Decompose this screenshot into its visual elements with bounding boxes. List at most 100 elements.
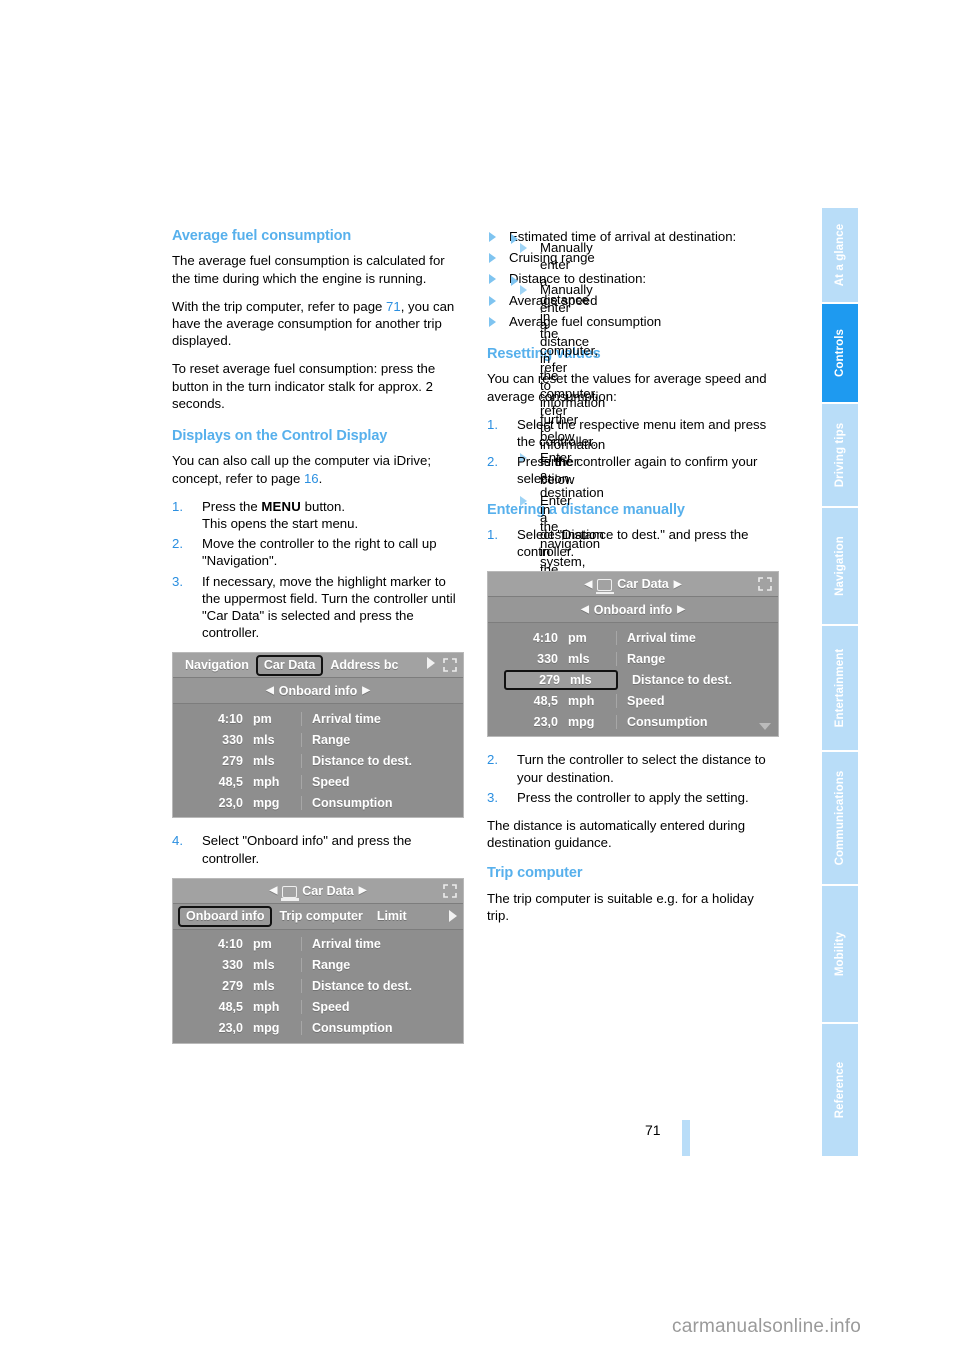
sub-bullet-list: Manually enter a distance in the compute… (511, 276, 605, 680)
sidebar-tab-driving-tips[interactable]: Driving tips (822, 404, 858, 508)
step-number: 1. (487, 527, 498, 543)
menu-button-label: MENU (261, 498, 302, 514)
scroll-down-icon[interactable] (759, 723, 771, 731)
bullet-list-computer-values: Estimated time of arrival at destination… (487, 228, 779, 680)
step-number: 2. (487, 752, 498, 768)
figure2-tab-tripcomputer[interactable]: Trip computer (272, 909, 369, 923)
page-reference-71[interactable]: 71 (386, 299, 401, 314)
step-2: 2. Move the controller to the right to c… (172, 535, 464, 569)
right-arrow-icon[interactable] (427, 657, 435, 670)
row-value: 23,0 (533, 714, 558, 729)
table-row: 48,5 mph Speed (173, 771, 463, 792)
sidebar-tab-label: Controls (834, 328, 846, 378)
step-2: 2. Press the controller again to confirm… (487, 453, 779, 487)
left-chevron-icon[interactable]: ◀ (265, 885, 283, 896)
list-item: Estimated time of arrival at destination… (487, 228, 779, 637)
left-chevron-icon[interactable]: ◀ (576, 604, 594, 615)
figure2-tab-onboardinfo-selected[interactable]: Onboard info (178, 905, 273, 927)
row-unit: mls (253, 732, 275, 747)
figure1-tab-cardata-selected[interactable]: Car Data (255, 654, 324, 676)
figure1-sub-bar: ◀ Onboard info ▶ (173, 678, 463, 705)
sidebar-tab-label: Driving tips (834, 422, 846, 488)
sidebar-tab-controls[interactable]: Controls (822, 304, 858, 404)
computer-icon (596, 579, 615, 595)
heading-trip-computer: Trip computer (487, 865, 583, 882)
table-row-highlighted[interactable]: 279 mls Distance to dest. (488, 669, 778, 690)
sidebar-tab-label: Navigation (834, 536, 846, 596)
step-text: Move the controller to the right to call… (202, 536, 437, 569)
row-unit: mpg (253, 1021, 280, 1036)
row-unit: mpg (253, 795, 280, 810)
right-chevron-icon[interactable]: ▶ (354, 885, 372, 896)
steps-displays: 1. Press the MENU button. This opens the… (172, 498, 464, 642)
row-label: Speed (301, 774, 463, 789)
sub-bullet-list: Manually enter a distance in the compute… (511, 234, 605, 637)
sidebar-tab-communications[interactable]: Communications (822, 752, 858, 886)
figure1-tab-navigation[interactable]: Navigation (178, 658, 256, 672)
figure1-tab-addressbook[interactable]: Address bc (323, 658, 405, 672)
row-label: Arrival time (301, 937, 463, 952)
sidebar-tab-navigation[interactable]: Navigation (822, 508, 858, 626)
sidebar-tab-entertainment[interactable]: Entertainment (822, 626, 858, 752)
figure2-tab-limit[interactable]: Limit (370, 909, 414, 923)
highlight-box: 279 mls (504, 669, 618, 690)
paragraph-trip-computer: The trip computer is suitable e.g. for a… (487, 890, 754, 924)
resize-icon[interactable] (442, 883, 458, 899)
step-1: 1. Select the respective menu item and p… (487, 416, 779, 450)
bullet-text: Average speed (509, 292, 598, 308)
step-text: Press the controller to apply the settin… (517, 789, 749, 805)
table-row: 48,5 mph Speed (173, 997, 463, 1018)
row-label: Range (301, 732, 463, 747)
figure2-tab-bar: Onboard info Trip computer Limit (173, 903, 463, 930)
right-arrow-icon[interactable] (449, 910, 457, 923)
row-unit: mph (253, 774, 280, 789)
sidebar-tab-mobility[interactable]: Mobility (822, 886, 858, 1024)
row-value: 279 (222, 753, 243, 768)
step-number: 4. (172, 833, 183, 849)
step-4: 4. Select "Onboard info" and press the c… (172, 832, 464, 866)
paragraph-avg-fuel-3: To reset average fuel consumption: press… (172, 361, 436, 411)
triangle-bullet-icon (489, 274, 496, 285)
right-chevron-icon[interactable]: ▶ (672, 604, 690, 615)
row-unit: mpg (568, 714, 595, 729)
row-label: Consumption (616, 714, 778, 729)
row-unit: mls (568, 651, 590, 666)
step-1: 1. Press the MENU button. This opens the… (172, 498, 464, 532)
sidebar-tab-reference[interactable]: Reference (822, 1024, 858, 1156)
heading-displays-control-display: Displays on the Control Display (172, 428, 388, 445)
resize-icon[interactable] (442, 657, 458, 673)
sidebar-tab-label: Mobility (834, 931, 846, 977)
step-2: 2. Turn the controller to select the dis… (487, 751, 779, 785)
step-number: 3. (487, 789, 498, 805)
row-value: 279 (222, 979, 243, 994)
figure3-rows: 4:10 pm Arrival time 330 mls Range 279 m… (488, 623, 778, 737)
page-reference-16[interactable]: 16 (304, 471, 319, 486)
row-value: 48,5 (218, 1000, 243, 1015)
sidebar-tab-label: Entertainment (834, 648, 846, 728)
table-row: 330 mls Range (173, 729, 463, 750)
table-row: 330 mls Range (488, 648, 778, 669)
table-row: 23,0 mpg Consumption (173, 792, 463, 813)
steps-displays-continued: 4. Select "Onboard info" and press the c… (172, 832, 464, 866)
step-text: Turn the controller to select the distan… (517, 752, 766, 785)
right-chevron-icon[interactable]: ▶ (669, 579, 687, 590)
sidebar-tab-at-a-glance[interactable]: At a glance (822, 208, 858, 304)
step-number: 1. (172, 498, 183, 514)
left-chevron-icon[interactable]: ◀ (261, 685, 279, 696)
step-3: 3. If necessary, move the highlight mark… (172, 573, 464, 642)
left-chevron-icon[interactable]: ◀ (580, 579, 598, 590)
right-chevron-icon[interactable]: ▶ (357, 685, 375, 696)
resize-icon[interactable] (757, 576, 773, 592)
heading-average-fuel-consumption: Average fuel consumption (172, 228, 352, 244)
step-line2: This opens the start menu. (202, 516, 359, 532)
text-before-ref: You can also call up the computer via iD… (172, 453, 432, 486)
computer-icon (281, 885, 300, 901)
row-label: Speed (301, 1000, 463, 1015)
row-label: Consumption (301, 1021, 463, 1036)
sidebar-tab-label: Reference (834, 1061, 846, 1119)
figure2-rows: 4:10 pm Arrival time 330 mls Range 279 m… (173, 929, 463, 1043)
page-number: 71 (645, 1122, 661, 1138)
row-value: 23,0 (218, 795, 243, 810)
row-value: 48,5 (533, 693, 558, 708)
text-after-ref: . (318, 470, 323, 486)
